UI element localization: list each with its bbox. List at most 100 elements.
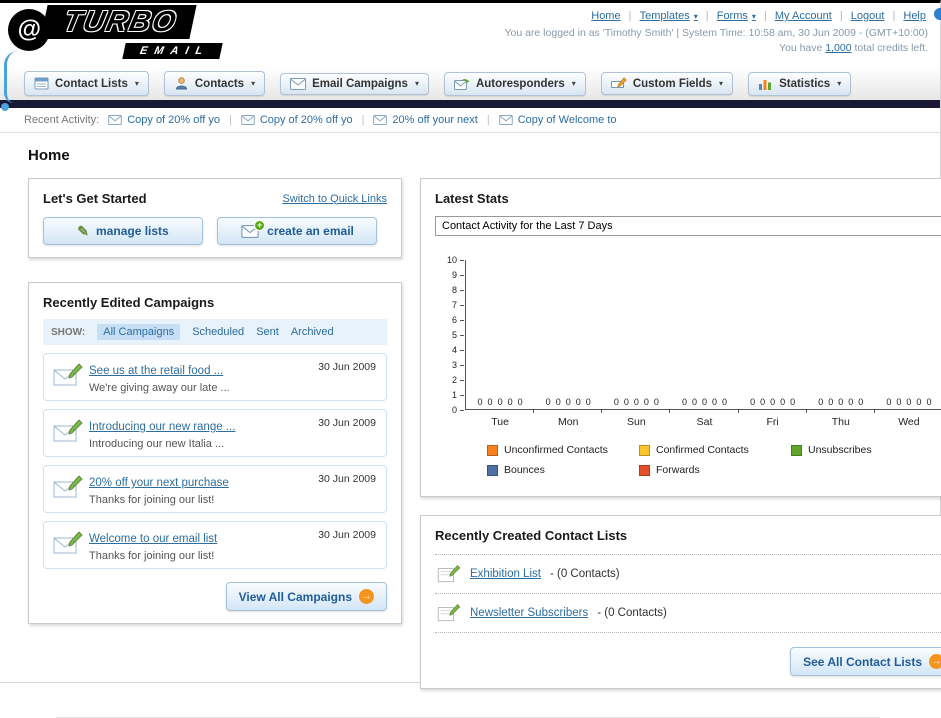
contact-list-link[interactable]: Newsletter Subscribers [470,607,588,619]
x-axis-tick [534,410,603,413]
campaign-edit-icon [53,360,89,394]
credits-suffix: total credits left. [851,42,928,54]
see-all-contact-lists-label: See All Contact Lists [803,654,922,669]
campaign-subtitle: Thanks for joining our list! [89,494,215,506]
legend-label: Confirmed Contacts [656,444,749,456]
campaign-title-link[interactable]: 20% off your next purchase [89,477,229,489]
bar-value-label: 0 [585,397,591,407]
link-logout[interactable]: Logout [851,10,885,22]
app-window: { "header": { "logo": { "word1": "TURBO"… [0,0,941,718]
bar-value-label: 0 [926,397,932,407]
get-started-title: Let's Get Started [43,191,147,206]
legend-item: Confirmed Contacts [639,444,791,456]
bar-value-label: 0 [487,397,493,407]
campaign-title-link[interactable]: Introducing our new range ... [89,421,235,433]
recent-activity-link[interactable]: Copy of 20% off yo [260,114,353,126]
bar-value-label: 0 [633,397,639,407]
x-axis-tick [739,410,807,413]
bar-value-label: 0 [701,397,707,407]
switch-to-quick-links[interactable]: Switch to Quick Links [282,193,387,205]
recent-activity-link[interactable]: 20% off your next [392,114,477,126]
filter-sent[interactable]: Sent [256,326,279,338]
campaign-edit-icon [53,528,89,562]
chart-y-axis: 10 9 8 7 6 5 4 3 2 1 0 [441,255,465,415]
link-my-account[interactable]: My Account [775,10,832,22]
campaigns-title: Recently Edited Campaigns [43,295,215,310]
create-email-button[interactable]: + create an email [217,217,377,245]
filter-archived[interactable]: Archived [291,326,334,338]
tab-statistics[interactable]: Statistics ▾ [748,71,852,96]
campaign-row[interactable]: Introducing our new range ... Introducin… [43,409,387,457]
forms-caret-icon[interactable]: ▾ [752,12,756,21]
arrow-right-icon: → [359,589,374,604]
x-axis-label: Fri [766,416,779,428]
tab-contacts[interactable]: Contacts ▾ [163,71,266,96]
main-content: Home Let's Get Started Switch to Quick L… [0,133,941,718]
tab-custom-fields[interactable]: Custom Fields ▾ [600,72,734,95]
chart-bar-group: 00000 [739,397,807,409]
campaign-title-link[interactable]: See us at the retail food ... [89,365,223,377]
link-home[interactable]: Home [591,10,620,22]
legend-row: Bounces Forwards [487,464,941,476]
see-all-contact-lists-button[interactable]: See All Contact Lists → [790,647,941,676]
stats-activity-select[interactable]: Contact Activity for the Last 7 Days [435,216,941,236]
email-campaigns-icon [290,77,307,90]
link-templates[interactable]: Templates [640,10,690,22]
envelope-plus-icon: + [240,219,266,238]
bar-value-label: 0 [507,397,513,407]
filter-scheduled[interactable]: Scheduled [192,326,244,338]
decor-blue-swoosh-dot [1,103,9,111]
chart-legend: Unconfirmed Contacts Confirmed Contacts Un… [441,444,941,476]
statistics-icon [759,79,772,90]
bar-value-label: 0 [750,397,756,407]
recent-activity-link[interactable]: Copy of 20% off yo [127,114,220,126]
bar-value-label: 0 [681,397,687,407]
y-axis-label: 2 [451,375,465,385]
contact-list-row[interactable]: Exhibition List - (0 Contacts) [435,555,941,594]
bar-value-label: 0 [517,397,523,407]
view-all-campaigns-button[interactable]: View All Campaigns → [225,582,387,611]
x-axis-label: Sat [696,416,713,428]
campaign-subtitle: Thanks for joining our list! [89,550,215,562]
chart-bar-group: 00000 [602,397,670,409]
filter-all-campaigns[interactable]: All Campaigns [97,324,181,340]
chart-bar-group: 00000 [875,397,941,409]
contact-list-row[interactable]: Newsletter Subscribers - (0 Contacts) [435,594,941,633]
campaign-row[interactable]: Welcome to our email list Thanks for joi… [43,521,387,569]
link-separator: | [628,10,632,22]
bar-value-label: 0 [613,397,619,407]
manage-lists-button[interactable]: ✎ manage lists [43,217,203,245]
right-column: Latest Stats Contact Activity for the La… [420,178,941,713]
recent-activity-link[interactable]: Copy of Welcome to [518,114,617,126]
campaign-row[interactable]: See us at the retail food ... We're givi… [43,353,387,401]
bar-value-label: 0 [838,397,844,407]
tab-email-campaigns[interactable]: Email Campaigns ▾ [280,72,429,95]
credits-prefix: You have [778,42,826,54]
link-help[interactable]: Help [903,10,926,22]
campaign-title-link[interactable]: Welcome to our email list [89,533,217,545]
legend-label: Bounces [504,464,545,476]
logo-wordmark: TURBO [40,5,197,39]
plus-icon: + [254,219,266,231]
campaign-row[interactable]: 20% off your next purchase Thanks for jo… [43,465,387,513]
tab-label: Email Campaigns [312,77,408,90]
credits-amount-link[interactable]: 1,000 [825,42,851,54]
login-info-text: You are logged in as 'Timothy Smith' | S… [504,27,928,39]
contact-list-link[interactable]: Exhibition List [470,568,541,580]
page-title: Home [28,147,70,164]
link-separator: | [763,10,767,22]
templates-caret-icon[interactable]: ▾ [694,12,698,21]
bar-value-label: 0 [770,397,776,407]
legend-item: Unsubscribes [791,444,941,456]
tab-autoresponders[interactable]: Autoresponders ▾ [443,71,586,96]
bar-value-label: 0 [545,397,551,407]
bar-value-label: 0 [906,397,912,407]
chart-bar-group: 00000 [807,397,875,409]
envelope-icon [108,115,122,125]
link-forms[interactable]: Forms [717,10,748,22]
autoresponders-icon [453,78,470,90]
bar-value-label: 0 [565,397,571,407]
chart-x-labels: Tue Mon Sun Sat Fri Thu Wed [466,416,941,428]
tab-contact-lists[interactable]: Contact Lists ▾ [24,71,149,96]
campaign-date: 30 Jun 2009 [318,529,376,541]
